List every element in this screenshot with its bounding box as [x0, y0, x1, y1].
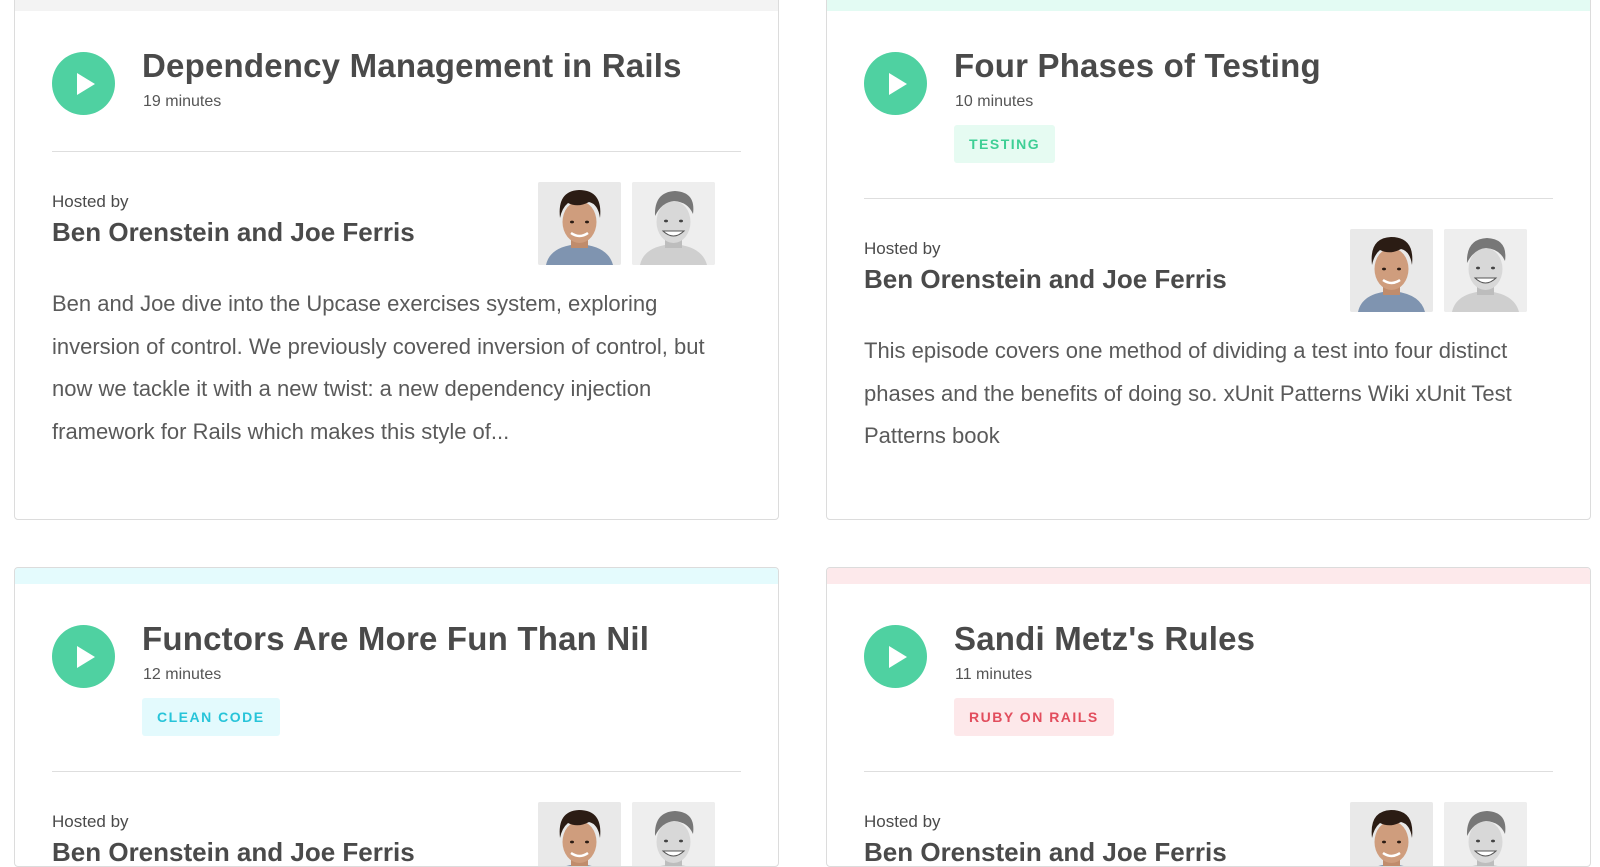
- episode-description: This episode covers one method of dividi…: [864, 338, 1512, 448]
- card-accent-bar: [15, 568, 778, 584]
- episode-description: Ben and Joe dive into the Upcase exercis…: [52, 291, 705, 444]
- episode-duration: 11 minutes: [955, 666, 1033, 683]
- card-accent-bar: [827, 0, 1590, 11]
- play-icon: [888, 645, 907, 668]
- avatar-ben: [1350, 229, 1433, 312]
- card-divider: [864, 198, 1553, 199]
- play-icon: [888, 72, 907, 95]
- play-button[interactable]: [52, 625, 115, 688]
- episode-card[interactable]: Functors Are More Fun Than Nil 12 minute…: [14, 567, 779, 867]
- episode-card[interactable]: Four Phases of Testing 10 minutes TESTIN…: [826, 0, 1591, 520]
- avatar-joe: [1444, 802, 1527, 866]
- episode-title[interactable]: Sandi Metz's Rules: [954, 620, 1255, 658]
- hosted-by-label: Hosted by: [864, 239, 941, 258]
- hosted-by-label: Hosted by: [52, 192, 129, 211]
- card-divider: [864, 771, 1553, 772]
- episode-title[interactable]: Four Phases of Testing: [954, 47, 1321, 85]
- card-accent-bar: [15, 0, 778, 11]
- episode-card[interactable]: Dependency Management in Rails 19 minute…: [14, 0, 779, 520]
- hosted-by-label: Hosted by: [864, 812, 941, 831]
- host-names: Ben Orenstein and Joe Ferris: [52, 217, 415, 247]
- host-names: Ben Orenstein and Joe Ferris: [52, 837, 415, 867]
- avatar-ben: [1350, 802, 1433, 866]
- episode-duration: 12 minutes: [143, 666, 222, 683]
- host-names: Ben Orenstein and Joe Ferris: [864, 837, 1227, 867]
- avatar-joe: [632, 182, 715, 265]
- avatar-ben: [538, 802, 621, 866]
- card-divider: [52, 151, 741, 152]
- episode-duration: 19 minutes: [143, 93, 222, 110]
- episode-duration: 10 minutes: [955, 93, 1034, 110]
- episode-title[interactable]: Functors Are More Fun Than Nil: [142, 620, 649, 658]
- episode-card[interactable]: Sandi Metz's Rules 11 minutes RUBY ON RA…: [826, 567, 1591, 867]
- play-icon: [76, 645, 95, 668]
- episode-title[interactable]: Dependency Management in Rails: [142, 47, 682, 85]
- avatar-joe: [1444, 229, 1527, 312]
- play-button[interactable]: [864, 52, 927, 115]
- card-divider: [52, 771, 741, 772]
- avatar-joe: [632, 802, 715, 866]
- topic-tag[interactable]: CLEAN CODE: [142, 698, 280, 736]
- host-names: Ben Orenstein and Joe Ferris: [864, 264, 1227, 294]
- hosted-by-label: Hosted by: [52, 812, 129, 831]
- play-icon: [76, 72, 95, 95]
- card-accent-bar: [827, 568, 1590, 584]
- avatar-ben: [538, 182, 621, 265]
- topic-tag[interactable]: TESTING: [954, 125, 1056, 163]
- play-button[interactable]: [864, 625, 927, 688]
- topic-tag[interactable]: RUBY ON RAILS: [954, 698, 1114, 736]
- play-button[interactable]: [52, 52, 115, 115]
